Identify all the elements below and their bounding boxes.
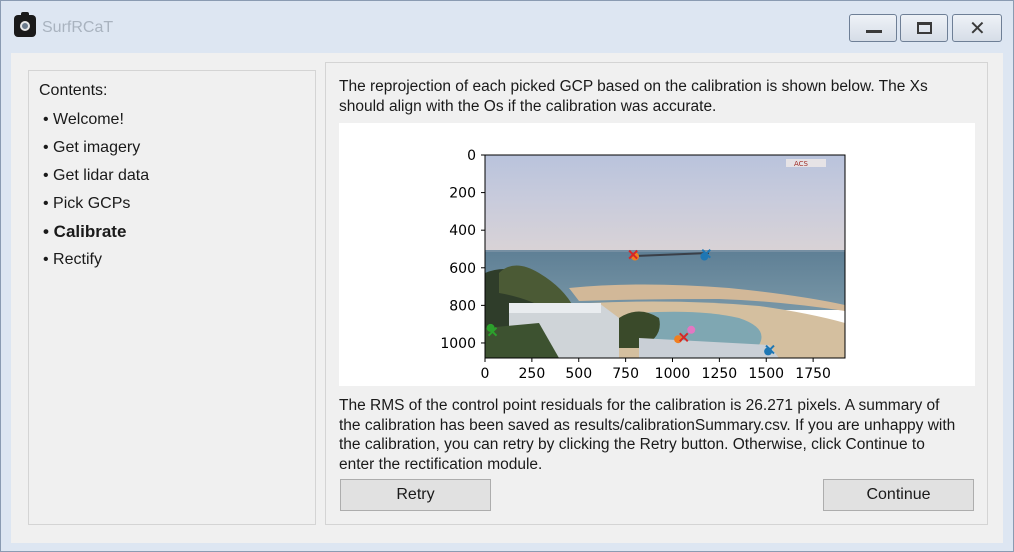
contents-title: Contents: xyxy=(39,82,108,99)
nav-item-pick-gcps[interactable]: • Pick GCPs xyxy=(43,195,130,213)
minimize-button[interactable] xyxy=(849,14,897,42)
camera-image: ACS xyxy=(485,155,845,358)
x-tick-label: 1000 xyxy=(655,366,691,382)
maximize-button[interactable] xyxy=(900,14,948,42)
intro-line: The reprojection of each picked GCP base… xyxy=(339,78,928,95)
x-tick-label: 500 xyxy=(565,366,592,382)
y-tick-label: 0 xyxy=(467,148,476,164)
contents-panel: Contents: • Welcome! • Get imagery • Get… xyxy=(28,70,316,525)
x-tick-label: 1500 xyxy=(748,366,784,382)
reprojection-plot: ACS 0 250 500 750 1000 1250 1500 1750 0 200 400 600… xyxy=(440,148,846,382)
y-tick-label: 800 xyxy=(449,298,476,314)
y-tick-label: 600 xyxy=(449,261,476,277)
camera-icon xyxy=(14,12,36,37)
title-bar[interactable]: SurfRCaT ✕ xyxy=(1,1,1013,53)
x-tick-label: 0 xyxy=(481,366,490,382)
summary-line: the calibration has been saved as result… xyxy=(339,416,956,434)
nav-item-calibrate[interactable]: • Calibrate xyxy=(43,222,126,242)
y-tick-label: 1000 xyxy=(440,336,476,352)
nav-item-welcome[interactable]: • Welcome! xyxy=(43,111,124,129)
close-icon: ✕ xyxy=(969,16,986,40)
x-tick-label: 1750 xyxy=(795,366,831,382)
y-tick-label: 400 xyxy=(449,223,476,239)
client-area: Contents: • Welcome! • Get imagery • Get… xyxy=(11,53,1003,543)
window-title: SurfRCaT xyxy=(42,19,114,36)
maximize-icon xyxy=(917,22,932,34)
nav-item-rectify[interactable]: • Rectify xyxy=(43,251,102,269)
svg-text:ACS: ACS xyxy=(794,160,809,168)
summary-line: the calibration, you can retry by clicki… xyxy=(339,436,925,453)
x-tick-label: 750 xyxy=(612,366,639,382)
gcp-picked-marker xyxy=(687,325,696,334)
continue-button[interactable]: Continue xyxy=(823,479,974,511)
nav-item-get-lidar-data[interactable]: • Get lidar data xyxy=(43,167,149,185)
intro-text: The reprojection of each picked GCP base… xyxy=(339,77,979,116)
close-button[interactable]: ✕ xyxy=(952,14,1002,42)
minimize-icon xyxy=(866,30,882,33)
reprojection-figure: ACS 0 250 500 750 1000 1250 1500 1750 0 200 400 600… xyxy=(339,123,975,386)
y-tick-label: 200 xyxy=(449,186,476,202)
retry-button[interactable]: Retry xyxy=(340,479,491,511)
summary-line: The RMS of the control point residuals f… xyxy=(339,397,940,414)
app-window: SurfRCaT ✕ Contents: • Welcome! • Get im… xyxy=(0,0,1014,552)
summary-text: The RMS of the control point residuals f… xyxy=(339,396,981,474)
x-tick-label: 1250 xyxy=(702,366,738,382)
intro-line: should align with the Os if the calibrat… xyxy=(339,97,717,115)
nav-item-get-imagery[interactable]: • Get imagery xyxy=(43,139,140,157)
x-tick-label: 250 xyxy=(519,366,546,382)
summary-line: enter the rectification module. xyxy=(339,455,543,473)
calibration-panel: The reprojection of each picked GCP base… xyxy=(325,62,988,525)
